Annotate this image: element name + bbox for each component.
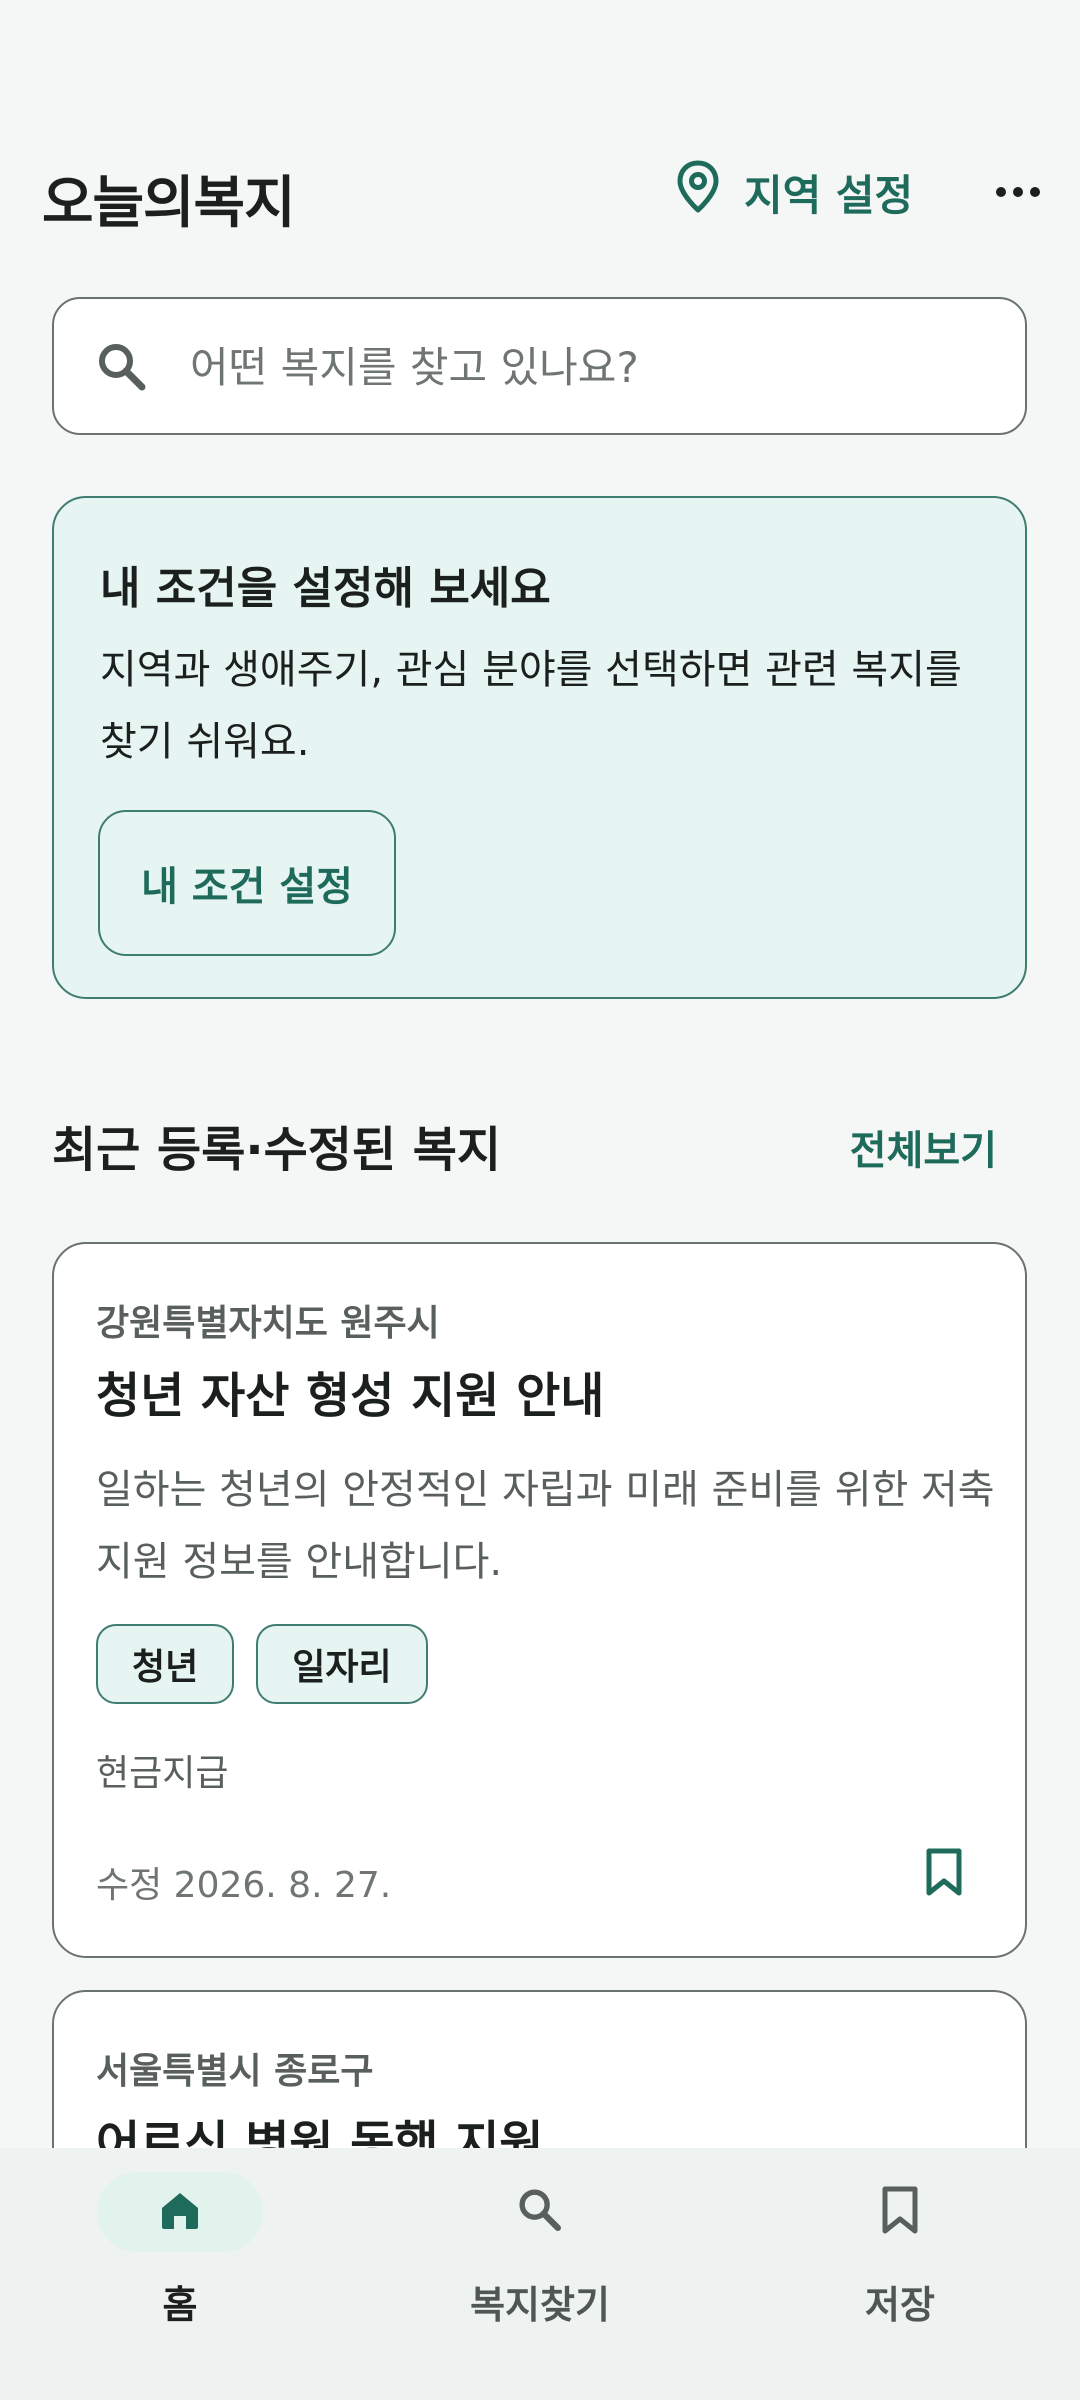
nav-search[interactable]: 복지찾기 xyxy=(420,2172,660,2342)
set-conditions-button[interactable]: 내 조건 설정 xyxy=(98,810,396,956)
condition-card-title: 내 조건을 설정해 보세요 xyxy=(100,563,551,614)
welfare-tags: 청년 일자리 xyxy=(96,1624,428,1704)
updated-date: 수정 2026. 8. 27. xyxy=(96,1865,392,1906)
nav-home[interactable]: 홈 xyxy=(60,2172,300,2342)
region-setting-label: 지역 설정 xyxy=(744,170,914,220)
nav-home-label: 홈 xyxy=(162,2283,198,2327)
map-pin-icon xyxy=(676,160,720,224)
nav-search-indicator xyxy=(457,2172,623,2252)
condition-card-description: 지역과 생애주기, 관심 분야를 선택하면 관련 복지를 찾기 쉬워요. xyxy=(100,647,962,765)
bottom-navigation: 홈 복지찾기 저장 xyxy=(0,2148,1080,2400)
search-icon xyxy=(515,2185,565,2239)
nav-saved-label: 저장 xyxy=(865,2283,935,2327)
tag-chip: 청년 xyxy=(96,1624,235,1704)
see-all-link[interactable]: 전체보기 xyxy=(850,1118,997,1176)
home-icon xyxy=(156,2186,204,2238)
more-horizontal-icon xyxy=(995,183,1041,202)
nav-saved[interactable]: 저장 xyxy=(780,2172,1020,2342)
welfare-title: 청년 자산 형성 지원 안내 xyxy=(96,1368,605,1424)
nav-home-indicator xyxy=(97,2172,263,2252)
nav-search-label: 복지찾기 xyxy=(470,2283,610,2327)
bookmark-button[interactable] xyxy=(916,1842,972,1906)
nav-saved-indicator xyxy=(817,2172,983,2252)
welfare-card[interactable]: 강원특별자치도 원주시 청년 자산 형성 지원 안내 일하는 청년의 안정적인 … xyxy=(52,1242,1027,1958)
region-setting-button[interactable]: 지역 설정 xyxy=(676,160,913,224)
welfare-region: 강원특별자치도 원주시 xyxy=(96,1303,440,1344)
recent-section-title: 최근 등록·수정된 복지 xyxy=(52,1122,502,1178)
welfare-description: 일하는 청년의 안정적인 자립과 미래 준비를 위한 저축 지원 정보를 안내합… xyxy=(96,1467,995,1585)
app-header: 오늘의복지 지역 설정 xyxy=(0,150,1080,240)
welfare-region: 서울특별시 종로구 xyxy=(96,2051,374,2092)
recent-section-header: 최근 등록·수정된 복지 전체보기 xyxy=(52,1110,1027,1180)
support-type: 현금지급 xyxy=(96,1753,229,1794)
bookmark-icon xyxy=(924,1847,964,1901)
bookmark-icon xyxy=(880,2185,920,2239)
more-options-button[interactable] xyxy=(990,168,1046,216)
tag-chip: 일자리 xyxy=(256,1624,428,1704)
search-input[interactable] xyxy=(190,329,990,405)
app-title: 오늘의복지 xyxy=(42,171,296,236)
search-bar[interactable] xyxy=(52,297,1027,435)
condition-setup-card: 내 조건을 설정해 보세요 지역과 생애주기, 관심 분야를 선택하면 관련 복… xyxy=(52,496,1027,999)
